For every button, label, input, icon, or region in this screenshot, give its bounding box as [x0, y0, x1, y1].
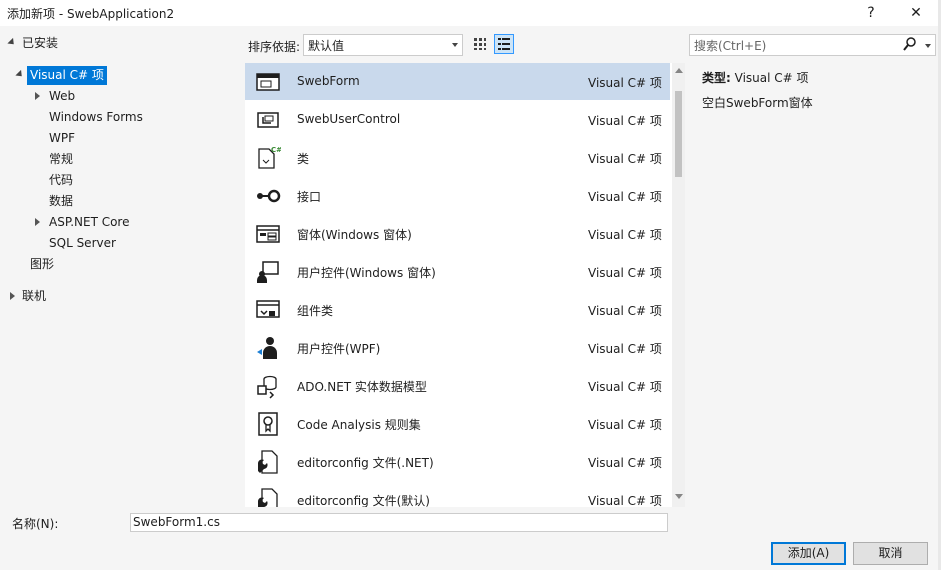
- search-box[interactable]: 搜索(Ctrl+E): [689, 34, 936, 56]
- list-item[interactable]: editorconfig 文件(.NET) Visual C# 项: [245, 443, 670, 480]
- item-category: Visual C# 项: [588, 304, 662, 318]
- detail-type-label: 类型:: [702, 71, 731, 85]
- window-title: 添加新项 - SwebApplication2: [7, 7, 175, 21]
- tree-item-winforms[interactable]: Windows Forms: [49, 108, 143, 127]
- item-name: 类: [297, 152, 310, 166]
- details-pane: 类型: Visual C# 项 空白SwebForm窗体: [690, 63, 935, 507]
- tree-item-data[interactable]: 数据: [49, 192, 73, 211]
- item-category: Visual C# 项: [588, 266, 662, 280]
- list-item[interactable]: 组件类 Visual C# 项: [245, 291, 670, 328]
- item-category: Visual C# 项: [588, 380, 662, 394]
- expand-arrow-icon[interactable]: [15, 69, 25, 80]
- class-icon: C#: [258, 146, 281, 169]
- component-class-icon: [256, 300, 280, 318]
- list-item[interactable]: 用户控件(WPF) Visual C# 项: [245, 329, 670, 366]
- item-category: Visual C# 项: [588, 418, 662, 432]
- list-item[interactable]: 窗体(Windows 窗体) Visual C# 项: [245, 215, 670, 252]
- interface-icon: [257, 189, 281, 203]
- sort-label: 排序依据:: [248, 40, 301, 54]
- add-button[interactable]: 添加(A): [771, 542, 846, 565]
- list-item[interactable]: SwebForm Visual C# 项: [245, 63, 670, 100]
- item-name: editorconfig 文件(默认): [297, 494, 430, 507]
- detail-type: 类型: Visual C# 项: [702, 69, 809, 86]
- scrollbar-thumb[interactable]: [675, 91, 682, 177]
- search-input[interactable]: 搜索(Ctrl+E): [694, 37, 766, 54]
- item-category: Visual C# 项: [588, 342, 662, 356]
- item-name: Code Analysis 规则集: [297, 418, 421, 432]
- category-tree: 已安装 Visual C# 项 Web Windows Forms WPF 常规…: [0, 32, 240, 502]
- chevron-down-icon: [452, 43, 458, 47]
- list-item[interactable]: SwebUserControl Visual C# 项: [245, 101, 670, 138]
- item-name: SwebForm: [297, 74, 360, 88]
- item-category: Visual C# 项: [588, 114, 662, 128]
- help-button[interactable]: ?: [860, 2, 882, 24]
- tree-item-graphics[interactable]: 图形: [30, 255, 54, 274]
- chevron-down-icon[interactable]: [925, 44, 931, 48]
- user-control-icon: [257, 112, 279, 128]
- name-field[interactable]: SwebForm1.cs: [130, 513, 668, 532]
- tree-label: Web: [49, 89, 76, 103]
- tree-item-wpf[interactable]: WPF: [49, 129, 75, 148]
- item-category: Visual C# 项: [588, 494, 662, 507]
- item-name: 接口: [297, 190, 322, 204]
- scroll-down-icon[interactable]: [675, 494, 683, 499]
- grid-view-icon: [474, 38, 486, 50]
- item-category: Visual C# 项: [588, 190, 662, 204]
- item-name: 用户控件(WPF): [297, 342, 381, 356]
- tree-label: Visual C# 项: [27, 66, 107, 85]
- item-name: 组件类: [297, 304, 334, 318]
- scroll-up-icon[interactable]: [675, 68, 683, 73]
- item-category: Visual C# 项: [588, 152, 662, 166]
- user-control-wpf-icon: [257, 337, 277, 359]
- expand-arrow-icon[interactable]: [7, 37, 17, 48]
- entity-model-icon: [257, 375, 277, 399]
- detail-type-value: Visual C# 项: [734, 71, 809, 85]
- tree-item-normal[interactable]: 常规: [49, 150, 73, 169]
- tree-item-sql[interactable]: SQL Server: [49, 234, 116, 253]
- ruleset-icon: [258, 412, 278, 436]
- tree-item-code[interactable]: 代码: [49, 171, 73, 190]
- user-control-winforms-icon: [257, 261, 279, 283]
- item-name: ADO.NET 实体数据模型: [297, 380, 427, 394]
- tree-label: 联机: [22, 289, 47, 303]
- item-name: SwebUserControl: [297, 112, 401, 126]
- sort-value: 默认值: [308, 39, 345, 53]
- cancel-button[interactable]: 取消: [853, 542, 928, 565]
- list-item[interactable]: 用户控件(Windows 窗体) Visual C# 项: [245, 253, 670, 290]
- collapse-arrow-icon[interactable]: [35, 218, 40, 226]
- item-category: Visual C# 项: [588, 228, 662, 242]
- detail-description: 空白SwebForm窗体: [702, 96, 813, 110]
- search-icon[interactable]: [903, 37, 917, 54]
- collapse-arrow-icon[interactable]: [35, 92, 40, 100]
- list-item[interactable]: editorconfig 文件(默认) Visual C# 项: [245, 481, 670, 507]
- item-category: Visual C# 项: [588, 76, 662, 90]
- list-item[interactable]: 接口 Visual C# 项: [245, 177, 670, 214]
- list-view-button[interactable]: [494, 34, 514, 54]
- list-item[interactable]: C# 类 Visual C# 项: [245, 139, 670, 176]
- item-name: editorconfig 文件(.NET): [297, 456, 434, 470]
- list-item[interactable]: Code Analysis 规则集 Visual C# 项: [245, 405, 670, 442]
- tree-label: 已安装: [22, 36, 59, 50]
- svg-text:C#: C#: [271, 146, 281, 154]
- window-form-icon: [256, 225, 280, 243]
- item-name: 用户控件(Windows 窗体): [297, 266, 436, 280]
- tree-label: ASP.NET Core: [49, 215, 130, 229]
- list-item[interactable]: ADO.NET 实体数据模型 Visual C# 项: [245, 367, 670, 404]
- sort-dropdown[interactable]: 默认值: [303, 34, 463, 56]
- editorconfig-icon: [258, 488, 278, 507]
- small-icons-view-button[interactable]: [470, 34, 490, 54]
- item-category: Visual C# 项: [588, 456, 662, 470]
- title-bar: 添加新项 - SwebApplication2 ? ✕: [0, 0, 941, 26]
- list-view-icon: [498, 38, 510, 50]
- name-label: 名称(N):: [12, 517, 59, 531]
- close-button[interactable]: ✕: [905, 2, 927, 24]
- collapse-arrow-icon[interactable]: [10, 292, 15, 300]
- template-list: SwebForm Visual C# 项 SwebUserControl Vis…: [245, 63, 672, 507]
- form-icon: [256, 73, 280, 91]
- item-name: 窗体(Windows 窗体): [297, 228, 412, 242]
- list-scrollbar[interactable]: [672, 63, 685, 507]
- editorconfig-icon: [258, 450, 278, 474]
